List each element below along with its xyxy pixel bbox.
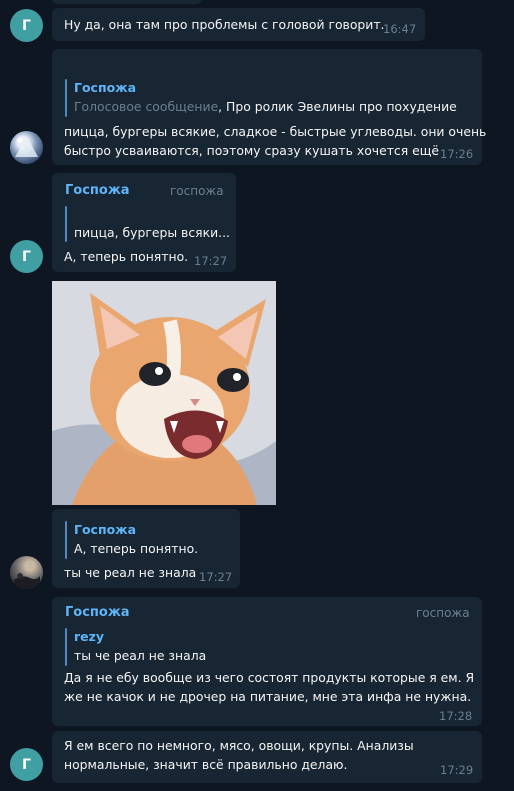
- sender-name[interactable]: Госпожа: [65, 183, 130, 198]
- message-text-line: быстро усваиваются, поэтому сразу кушать…: [64, 143, 440, 158]
- reply-quote-text[interactable]: А, теперь понятно.: [74, 541, 198, 556]
- message-text-line: Я ем всего по немного, мясо, овощи, круп…: [64, 738, 414, 753]
- sender-role: госпожа: [416, 606, 470, 620]
- reply-quote-text[interactable]: ты че реал не знала: [74, 648, 206, 663]
- message-text-line: нормальные, значит всё правильно делаю.: [64, 757, 348, 772]
- photo-message-kitten[interactable]: [52, 281, 276, 505]
- avatar-photo-icon: [14, 573, 40, 589]
- avatar[interactable]: [10, 556, 43, 589]
- reply-quote-author[interactable]: rezy: [74, 629, 104, 644]
- message-bubble[interactable]: Госпожа Голосовое сообщение, Про ролик Э…: [52, 49, 486, 165]
- avatar[interactable]: Г: [10, 240, 43, 273]
- reply-quote-bar: [65, 628, 67, 666]
- message-time: 17:29: [440, 763, 474, 777]
- avatar[interactable]: [10, 131, 43, 164]
- message-bubble[interactable]: Я ем всего по немного, мясо, овощи, круп…: [52, 731, 482, 783]
- message-bubble[interactable]: Ну да, она там про проблемы с головой го…: [52, 8, 425, 41]
- reply-quote-bar: [65, 206, 67, 242]
- voice-message-label: Голосовое сообщение: [74, 99, 219, 114]
- partial-message-bubble: [52, 0, 202, 4]
- avatar[interactable]: Г: [10, 9, 43, 42]
- message-time: 17:26: [440, 147, 474, 161]
- reply-quote-bar: [65, 521, 67, 559]
- avatar-photo-icon: [15, 137, 38, 157]
- reply-quote-text[interactable]: Голосовое сообщение, Про ролик Эвелины п…: [74, 99, 457, 114]
- message-bubble[interactable]: Госпожа госпожа пицца, бургеры всяки... …: [52, 173, 236, 272]
- message-bubble[interactable]: Госпожа госпожа rezy ты че реал не знала…: [52, 597, 482, 726]
- message-text-line: Да я не ебу вообще из чего состоят проду…: [64, 670, 475, 685]
- message-text-line: пицца, бургеры всякие, сладкое - быстрые…: [64, 124, 487, 139]
- message-text: Ну да, она там про проблемы с головой го…: [64, 17, 385, 32]
- reply-quote-bar: [65, 79, 67, 117]
- message-text: А, теперь понятно.: [64, 249, 189, 264]
- message-text-line: же не качок и не дрочер на питание, мне …: [64, 689, 472, 704]
- sender-role: госпожа: [170, 184, 224, 198]
- kitten-image: [52, 281, 276, 505]
- message-time: 16:47: [383, 22, 417, 36]
- reply-quote-author[interactable]: Госпожа: [74, 522, 136, 537]
- message-time: 17:28: [439, 709, 473, 723]
- reply-quote-author[interactable]: Госпожа: [74, 80, 136, 95]
- message-time: 17:27: [199, 570, 233, 584]
- message-bubble[interactable]: Госпожа А, теперь понятно. ты че реал не…: [52, 509, 240, 588]
- reply-quote-text[interactable]: пицца, бургеры всяки...: [74, 225, 230, 240]
- sender-name[interactable]: Госпожа: [65, 605, 130, 620]
- message-time: 17:27: [194, 254, 228, 268]
- reply-quote-caption: , Про ролик Эвелины про похудение: [218, 99, 457, 114]
- message-text: ты че реал не знала: [64, 565, 197, 580]
- avatar[interactable]: Г: [10, 748, 43, 781]
